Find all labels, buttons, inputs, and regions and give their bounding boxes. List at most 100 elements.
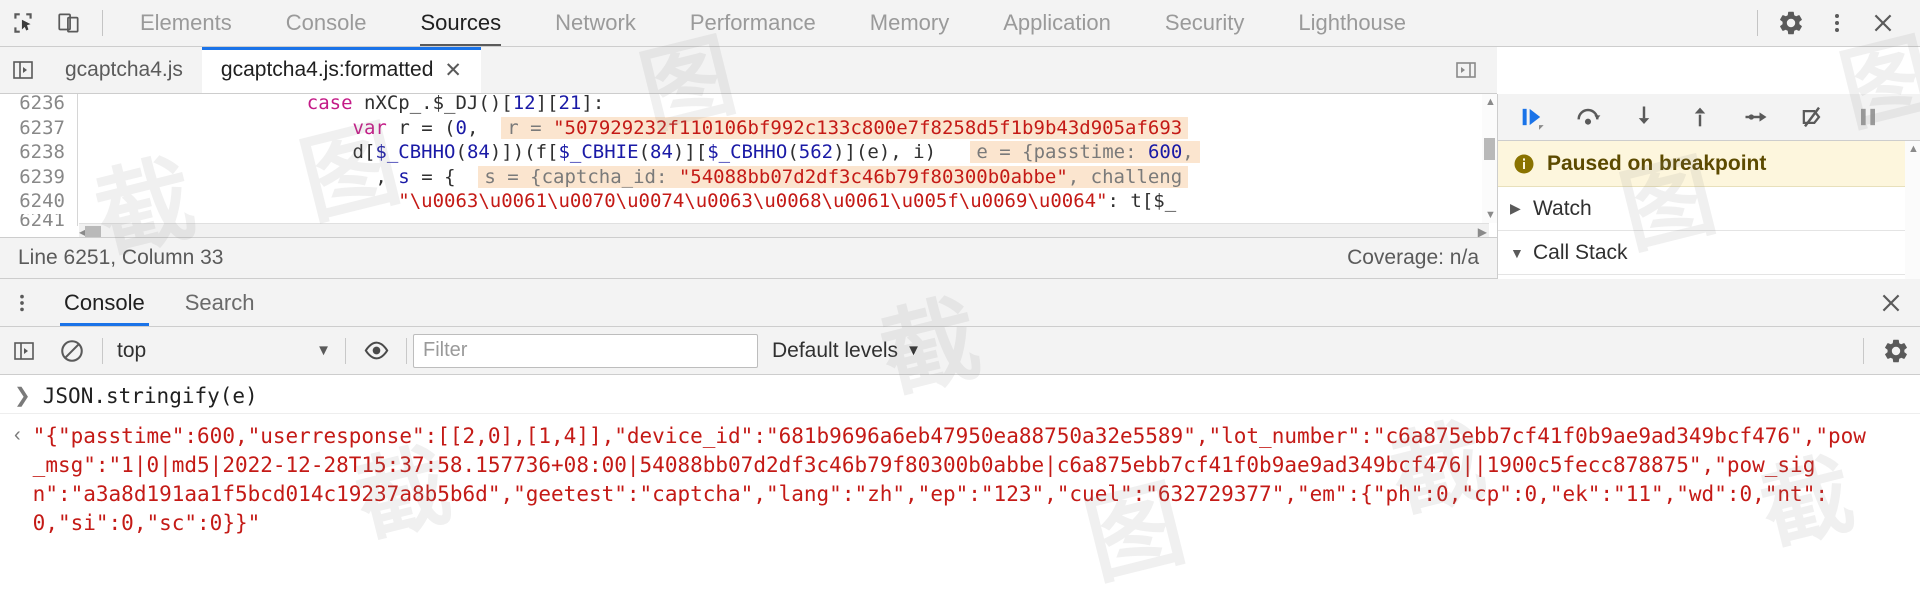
debugger-section-watch[interactable]: ▶ Watch	[1498, 187, 1920, 231]
code-line: 6236 case nXCp_.$_DJ()[12][21]:	[0, 94, 1497, 116]
step-over-next-function-call-icon[interactable]	[1560, 94, 1616, 140]
execution-context-selector[interactable]: top ▼	[109, 334, 339, 368]
panel-tab-sources[interactable]: Sources	[393, 0, 528, 46]
devtools-window: Elements Console Sources Network Perform…	[0, 0, 1920, 608]
editor-horizontal-scrollbar[interactable]: ◀ ▶	[79, 223, 1489, 237]
console-toolbar: top ▼ Default levels ▼	[0, 327, 1920, 375]
sources-status-bar: Line 6251, Column 33 Coverage: n/a	[0, 237, 1497, 279]
step-icon[interactable]	[1728, 94, 1784, 140]
scrollbar-thumb[interactable]	[85, 226, 101, 237]
scroll-up-arrow-icon[interactable]: ▲	[1908, 143, 1919, 155]
console-sidebar-icon[interactable]	[0, 327, 48, 374]
line-number: 6237	[0, 115, 78, 140]
section-label: Call Stack	[1533, 240, 1628, 264]
chevron-right-icon[interactable]: ▶	[1510, 200, 1524, 217]
line-number: 6241	[0, 213, 78, 226]
filter-input[interactable]	[413, 333, 758, 368]
panel-tab-label: Memory	[869, 10, 950, 35]
device-toolbar-icon[interactable]	[46, 0, 92, 46]
paused-banner-text: Paused on breakpoint	[1547, 151, 1767, 175]
toolbar-divider	[102, 10, 103, 36]
drawer-more-options-icon[interactable]	[0, 279, 44, 326]
code-line: 6240 "\u0063\u0061\u0070\u0074\u0063\u00…	[0, 189, 1497, 214]
show-navigator-icon[interactable]	[0, 47, 46, 93]
line-number: 6239	[0, 164, 78, 189]
panel-tab-network[interactable]: Network	[528, 0, 663, 46]
output-result-icon: ‹	[14, 424, 21, 446]
hint-suffix: ,	[1182, 141, 1194, 164]
panel-tab-memory[interactable]: Memory	[843, 0, 976, 46]
more-options-kebab-icon[interactable]	[1814, 0, 1860, 46]
scroll-right-arrow-icon[interactable]: ▶	[1478, 225, 1487, 237]
inspect-element-icon[interactable]	[0, 0, 46, 46]
panel-tab-label: Network	[555, 10, 636, 35]
source-tab-gcaptcha4[interactable]: gcaptcha4.js	[46, 47, 202, 93]
step-into-next-function-call-icon[interactable]	[1616, 94, 1672, 140]
code-editor[interactable]: 6235 break; 6236 case nXCp_.$_DJ()[12][2…	[0, 94, 1497, 237]
scroll-up-arrow-icon[interactable]: ▲	[1485, 96, 1496, 108]
resume-script-execution-icon[interactable]	[1504, 94, 1560, 140]
editor-vertical-scrollbar[interactable]: ▲ ▼	[1482, 94, 1497, 223]
string-token: "\u0063\u0061\u0070\u0074\u0063\u0068\u0…	[398, 190, 1108, 213]
panel-tab-application[interactable]: Application	[976, 0, 1138, 46]
drawer-tab-console[interactable]: Console	[44, 279, 165, 326]
source-tabbar-actions	[1443, 47, 1497, 93]
sources-panel: gcaptcha4.js gcaptcha4.js:formatted ✕ 62…	[0, 47, 1920, 346]
source-file-tabbar: gcaptcha4.js gcaptcha4.js:formatted ✕	[0, 47, 1497, 94]
drawer-tab-label: Search	[184, 289, 255, 315]
log-level-selector[interactable]: Default levels ▼	[772, 339, 921, 363]
step-out-of-current-function-icon[interactable]	[1672, 94, 1728, 140]
info-icon	[1514, 154, 1534, 173]
inline-value-hint: e = {passtime: 600,	[970, 141, 1200, 164]
settings-gear-icon[interactable]	[1768, 0, 1814, 46]
clear-console-icon[interactable]	[48, 327, 96, 374]
toolbar-divider	[345, 337, 346, 364]
drawer-tab-label: Console	[64, 289, 145, 315]
drawer-tab-search[interactable]: Search	[165, 279, 275, 326]
line-number: 6238	[0, 140, 78, 165]
code-text: var r = (0, r = "507929232f110106bf992c1…	[78, 116, 1497, 139]
code-text: "\u0063\u0061\u0070\u0074\u0063\u0068\u0…	[398, 190, 1177, 213]
hint-value: 600	[1147, 141, 1183, 164]
line-number: 6240	[0, 189, 78, 214]
console-drawer: Console Search top ▼ Filter Default leve…	[0, 279, 1920, 608]
console-toolbar-right	[1855, 327, 1920, 374]
live-expression-icon[interactable]	[352, 327, 400, 374]
panel-tab-elements[interactable]: Elements	[113, 0, 259, 46]
console-output-entry[interactable]: ‹ "{"passtime":600,"userresponse":[[2,0]…	[0, 414, 1920, 546]
devtools-main-toolbar: Elements Console Sources Network Perform…	[0, 0, 1920, 47]
show-debugger-sidebar-icon[interactable]	[1443, 47, 1489, 93]
code-text: d[$_CBHHO(84)])(f[$_CBHIE(84)][$_CBHHO(5…	[78, 141, 1497, 164]
line-number: 6236	[0, 94, 78, 116]
source-tab-gcaptcha4-formatted[interactable]: gcaptcha4.js:formatted ✕	[201, 47, 482, 93]
pause-on-exceptions-icon[interactable]	[1840, 94, 1896, 140]
debugger-section-call-stack[interactable]: ▼ Call Stack	[1498, 231, 1920, 275]
close-drawer-icon[interactable]	[1862, 279, 1920, 326]
panel-tab-lighthouse[interactable]: Lighthouse	[1271, 0, 1433, 46]
chevron-down-icon[interactable]: ▼	[906, 342, 921, 359]
panel-tab-label: Security	[1164, 10, 1245, 35]
console-settings-gear-icon[interactable]	[1872, 327, 1920, 374]
close-icon[interactable]: ✕	[444, 60, 462, 81]
close-devtools-icon[interactable]	[1860, 0, 1906, 46]
scroll-down-arrow-icon[interactable]: ▼	[1485, 209, 1496, 221]
toolbar-divider	[102, 337, 103, 364]
deactivate-breakpoints-icon[interactable]	[1784, 94, 1840, 140]
inline-value-hint: r = "507929232f110106bf992c133c800e7f825…	[501, 116, 1189, 139]
panel-tab-console[interactable]: Console	[259, 0, 394, 46]
console-input-entry[interactable]: ❯ JSON.stringify(e)	[0, 375, 1920, 414]
hint-label: r =	[507, 116, 554, 139]
toolbar-divider	[406, 337, 407, 364]
panel-tab-performance[interactable]: Performance	[663, 0, 843, 46]
input-prompt-icon: ❯	[14, 385, 31, 407]
chevron-down-icon[interactable]: ▼	[316, 342, 331, 359]
hint-suffix: , challeng	[1067, 165, 1183, 188]
paused-on-breakpoint-banner: Paused on breakpoint	[1498, 141, 1920, 187]
drawer-tabbar: Console Search	[0, 279, 1920, 327]
console-message-list[interactable]: ❯ JSON.stringify(e) ‹ "{"passtime":600,"…	[0, 375, 1920, 607]
panel-tab-label: Elements	[140, 10, 232, 35]
chevron-down-icon[interactable]: ▼	[1510, 245, 1524, 261]
panel-tab-security[interactable]: Security	[1138, 0, 1271, 46]
toolbar-right-actions	[1747, 0, 1920, 46]
scrollbar-thumb[interactable]	[1484, 138, 1495, 160]
